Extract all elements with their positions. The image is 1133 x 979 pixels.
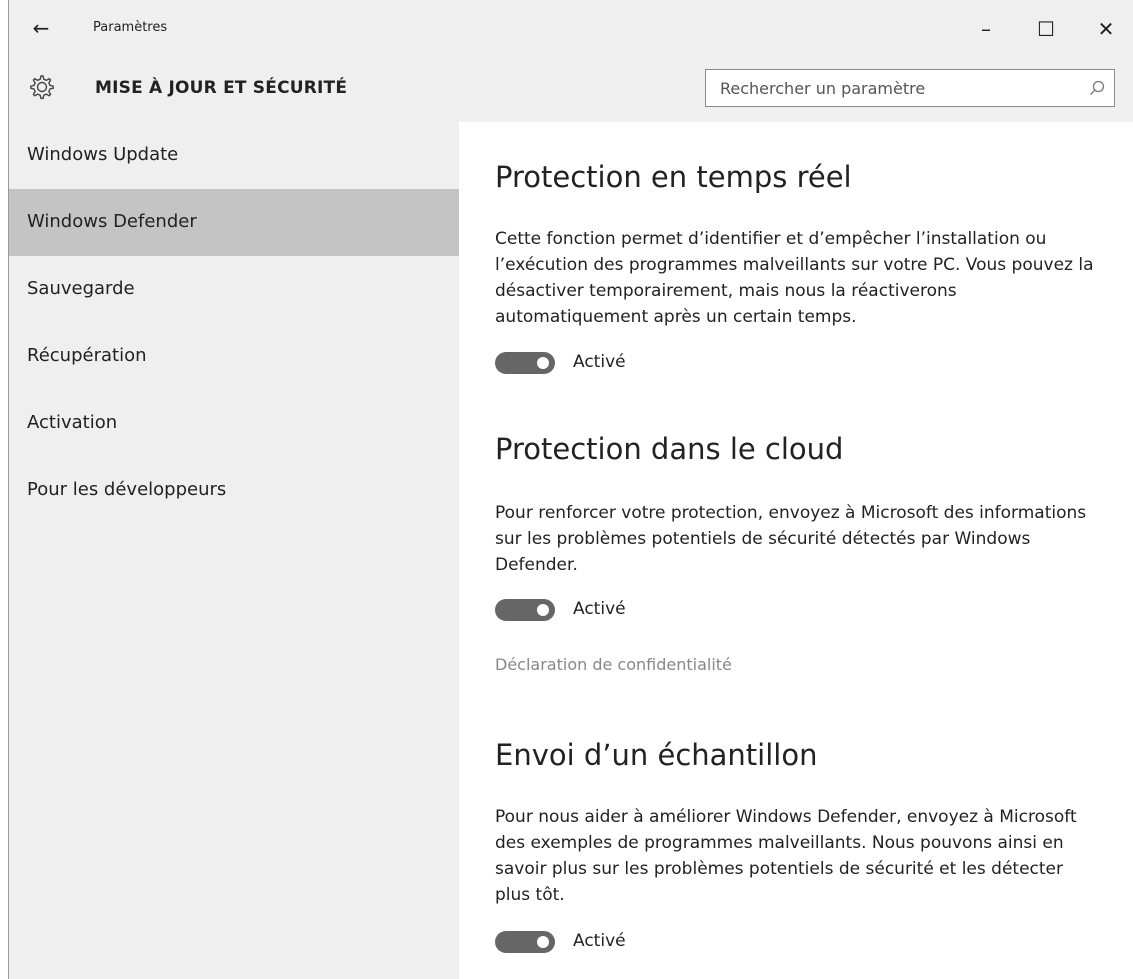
page-title: MISE À JOUR ET SÉCURITÉ	[95, 78, 348, 98]
sidebar-item-developpeurs[interactable]: Pour les développeurs	[9, 457, 459, 524]
page-header: MISE À JOUR ET SÉCURITÉ	[9, 56, 1133, 122]
sidebar-item-activation[interactable]: Activation	[9, 390, 459, 457]
sidebar-item-label: Windows Defender	[27, 211, 197, 232]
section-heading-cloud-protection: Protection dans le cloud	[495, 432, 844, 466]
realtime-protection-toggle[interactable]	[495, 352, 555, 374]
sidebar-item-label: Pour les développeurs	[27, 479, 227, 500]
back-arrow-icon[interactable]: ←	[29, 16, 53, 40]
sidebar-item-label: Activation	[27, 412, 118, 433]
sample-submission-toggle[interactable]	[495, 931, 555, 953]
section-heading-realtime-protection: Protection en temps réel	[495, 160, 852, 194]
maximize-icon[interactable]: ☐	[1031, 14, 1061, 44]
search-box[interactable]	[705, 69, 1115, 107]
section-description: Cette fonction permet d’identifier et d’…	[495, 229, 1094, 327]
search-input[interactable]	[706, 70, 1076, 106]
sidebar-item-windows-update[interactable]: Windows Update	[9, 122, 459, 189]
sidebar-item-label: Récupération	[27, 345, 147, 366]
sidebar-item-recuperation[interactable]: Récupération	[9, 323, 459, 390]
cloud-protection-toggle[interactable]	[495, 599, 555, 621]
toggle-state-label: Activé	[573, 352, 626, 372]
sidebar-item-windows-defender[interactable]: Windows Defender	[9, 189, 459, 256]
toggle-state-label: Activé	[573, 599, 626, 619]
section-description: Pour renforcer votre protection, envoyez…	[495, 503, 1087, 575]
search-icon[interactable]	[1088, 79, 1106, 97]
main-content: Protection en temps réel Cette fonction …	[459, 122, 1133, 979]
privacy-statement-link[interactable]: Déclaration de confidentialité	[495, 655, 732, 674]
settings-window: ← Paramètres – ☐ ✕ MISE À JOUR ET SÉCURI…	[8, 0, 1133, 979]
sidebar-item-label: Sauvegarde	[27, 278, 135, 299]
section-description: Pour nous aider à améliorer Windows Defe…	[495, 807, 1077, 905]
toggle-state-label: Activé	[573, 931, 626, 951]
gear-icon	[30, 75, 54, 100]
close-icon[interactable]: ✕	[1091, 14, 1121, 44]
minimize-icon[interactable]: –	[971, 14, 1001, 44]
sidebar-item-sauvegarde[interactable]: Sauvegarde	[9, 256, 459, 323]
sidebar-item-label: Windows Update	[27, 144, 179, 165]
section-heading-sample-submission: Envoi d’un échantillon	[495, 738, 818, 772]
app-title: Paramètres	[93, 20, 168, 35]
sidebar-nav: Windows Update Windows Defender Sauvegar…	[9, 122, 459, 979]
title-bar: ← Paramètres – ☐ ✕	[9, 0, 1133, 56]
